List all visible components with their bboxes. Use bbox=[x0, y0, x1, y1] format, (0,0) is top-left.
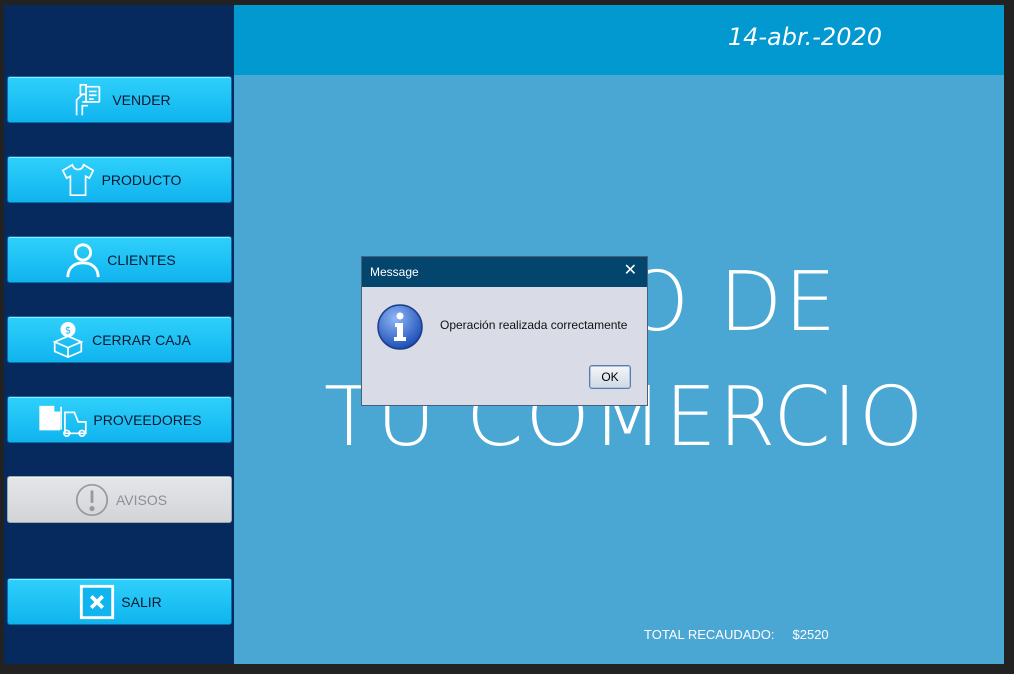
sell-icon bbox=[68, 80, 108, 120]
sidebar-item-label: VENDER bbox=[112, 91, 171, 108]
sidebar-item-label: SALIR bbox=[121, 593, 162, 610]
dialog-title: Message bbox=[370, 265, 419, 279]
total-collected: TOTAL RECAUDADO: $2520 bbox=[644, 627, 847, 642]
sidebar-item-avisos[interactable]: AVISOS bbox=[7, 476, 232, 523]
dialog-message: Operación realizada correctamente bbox=[440, 318, 628, 332]
sidebar-item-proveedores[interactable]: PROVEEDORES bbox=[7, 396, 232, 443]
sidebar-item-salir[interactable]: SALIR bbox=[7, 578, 232, 625]
sidebar-item-cerrar-caja[interactable]: $ CERRAR CAJA bbox=[7, 316, 232, 363]
sidebar-item-label: PRODUCTO bbox=[101, 171, 182, 188]
forklift-icon bbox=[37, 400, 89, 440]
sidebar-item-label: CLIENTES bbox=[107, 251, 176, 268]
info-icon bbox=[377, 304, 423, 350]
close-icon bbox=[77, 582, 117, 622]
svg-text:$: $ bbox=[65, 325, 71, 336]
sidebar-item-producto[interactable]: PRODUCTO bbox=[7, 156, 232, 203]
total-label: TOTAL RECAUDADO: bbox=[644, 627, 775, 642]
cashbox-icon: $ bbox=[48, 320, 88, 360]
sidebar: VENDER PRODUCTO CLIENTES $ CERRAR CAJA P… bbox=[4, 5, 234, 664]
sidebar-item-label: PROVEEDORES bbox=[93, 411, 202, 428]
total-value: $2520 bbox=[792, 627, 829, 642]
ok-button[interactable]: OK bbox=[589, 365, 631, 389]
sidebar-item-vender[interactable]: VENDER bbox=[7, 76, 232, 123]
shirt-icon bbox=[58, 160, 98, 200]
alert-icon bbox=[72, 480, 112, 520]
dialog-close-button[interactable]: ✕ bbox=[624, 263, 637, 279]
message-dialog: Message ✕ Operación realizada correctame… bbox=[361, 256, 648, 406]
dialog-title-bar: Message ✕ bbox=[362, 257, 647, 287]
user-icon bbox=[63, 240, 103, 280]
date-label: 14-abr.-2020 bbox=[727, 23, 882, 51]
header-bar: 14-abr.-2020 bbox=[234, 5, 1004, 75]
sidebar-item-label: AVISOS bbox=[115, 491, 168, 508]
sidebar-item-clientes[interactable]: CLIENTES bbox=[7, 236, 232, 283]
sidebar-item-label: CERRAR CAJA bbox=[92, 331, 191, 348]
